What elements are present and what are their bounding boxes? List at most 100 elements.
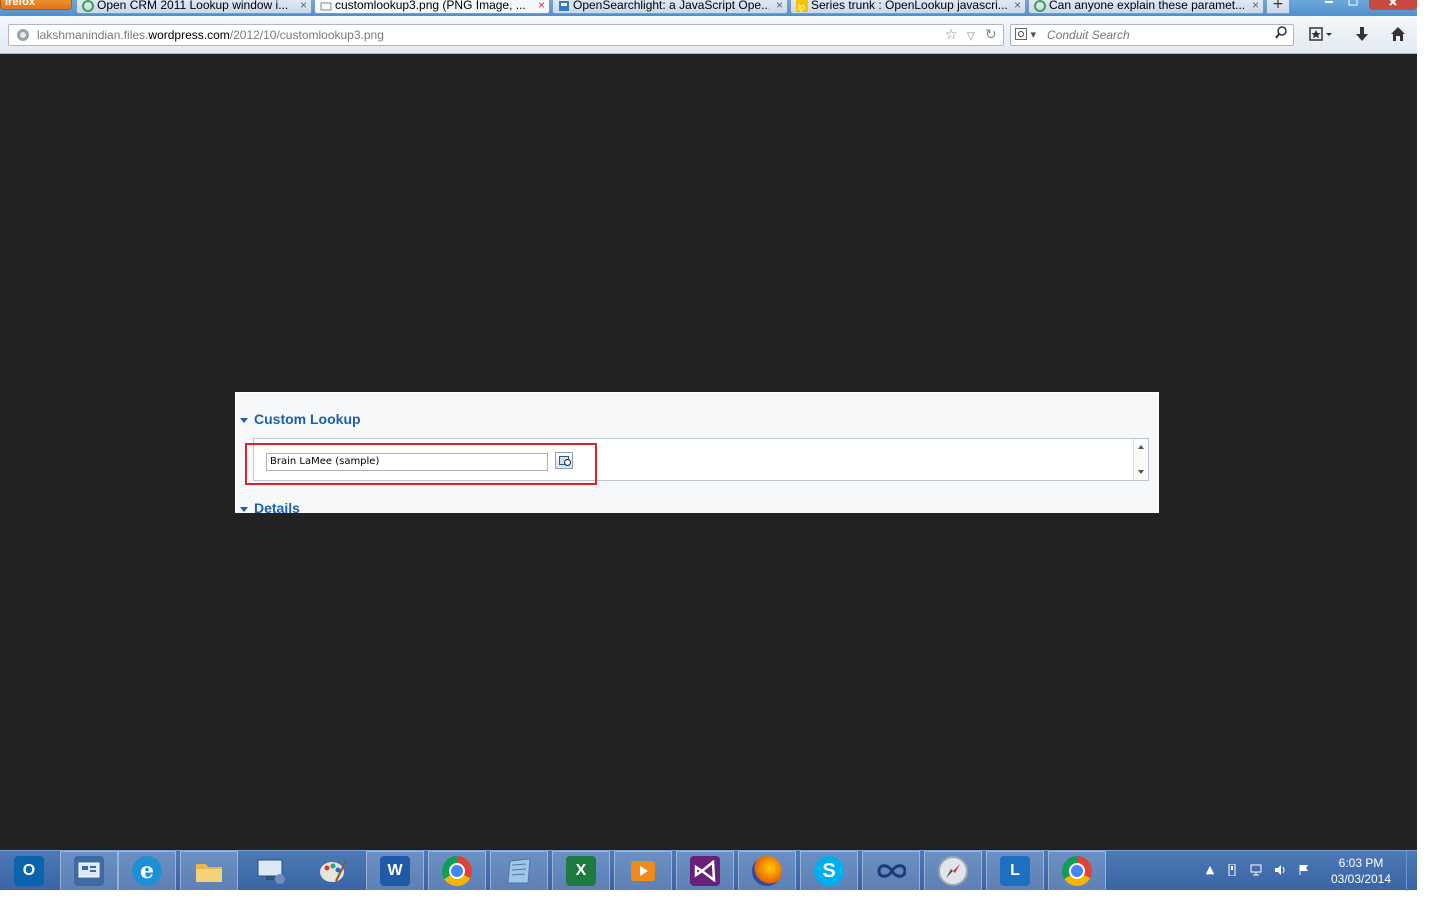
taskbar-lync[interactable]: L — [986, 851, 1044, 891]
taskbar-infinity-app[interactable] — [862, 851, 920, 891]
history-dropdown-icon[interactable]: ▽ — [967, 29, 975, 45]
server-manager-icon — [74, 856, 104, 886]
internet-explorer-icon: e — [132, 856, 162, 886]
visual-studio-icon — [690, 856, 720, 886]
url-bar[interactable]: lakshmanindian.files.wordpress.com/2012/… — [8, 24, 1004, 46]
crm-icon — [1034, 0, 1046, 12]
taskbar-remote-desktop[interactable] — [242, 851, 300, 891]
image-viewer: Custom Lookup Brain LaMee (sample) Detai… — [0, 54, 1417, 850]
tab-opensearchlight[interactable]: OpenSearchlight: a JavaScript Ope... × — [552, 0, 788, 14]
close-window-icon[interactable] — [1369, 0, 1417, 10]
search-input[interactable] — [1043, 26, 1271, 44]
url-domain: wordpress.com — [148, 28, 230, 42]
scroll-up-icon[interactable] — [1138, 445, 1144, 449]
search-icon[interactable] — [1275, 26, 1287, 44]
new-tab-button[interactable]: + — [1266, 0, 1290, 14]
network-icon[interactable] — [1250, 864, 1262, 876]
taskbar-excel[interactable]: X — [552, 851, 610, 891]
taskbar-notepad[interactable] — [490, 851, 548, 891]
taskbar-word[interactable]: W — [366, 851, 424, 891]
clock-time: 6:03 PM — [1338, 856, 1384, 870]
taskbar-skype[interactable]: S — [800, 851, 858, 891]
details-section-header[interactable]: Details — [240, 500, 300, 513]
paint-palette-icon — [318, 856, 348, 886]
globe-icon — [17, 29, 29, 41]
launchpad-icon: lp — [796, 0, 808, 12]
tab-customlookup3[interactable]: customlookup3.png (PNG Image, ... × — [314, 0, 550, 14]
collapse-triangle-icon — [240, 506, 248, 512]
taskbar-server-manager[interactable] — [60, 851, 118, 891]
tab-openlookup-series[interactable]: lp Series trunk : OpenLookup javascri...… — [790, 0, 1026, 14]
taskbar: O e W X S L ▲ 6:03 PM 03/03/2014 — [0, 850, 1417, 891]
tab-close-icon[interactable]: × — [1252, 0, 1259, 13]
firefox-menu-button[interactable]: irefox — [0, 0, 72, 10]
folder-icon — [194, 856, 224, 886]
tab-close-icon[interactable]: × — [1014, 0, 1021, 13]
tab-title: Can anyone explain these paramet... — [1049, 0, 1245, 12]
skype-icon: S — [814, 856, 844, 886]
reload-icon[interactable]: ↻ — [985, 27, 997, 43]
details-title: Details — [254, 500, 300, 513]
conduit-icon[interactable]: ▾ — [1015, 28, 1041, 42]
minimize-icon[interactable] — [1320, 0, 1338, 8]
clock-date: 03/03/2014 — [1330, 872, 1392, 886]
url-path: /2012/10/customlookup3.png — [229, 28, 384, 42]
download-icon[interactable] — [1352, 26, 1372, 44]
image-icon — [320, 0, 332, 12]
clock[interactable]: 6:03 PM 03/03/2014 — [1322, 855, 1400, 887]
notepad-icon — [504, 856, 534, 886]
bookmarks-menu-icon[interactable] — [1306, 26, 1336, 44]
safari-compass-icon — [938, 856, 968, 886]
tab-crm-lookup[interactable]: Open CRM 2011 Lookup window i... × — [76, 0, 312, 14]
svg-text:lp: lp — [798, 2, 805, 12]
taskbar-paint[interactable] — [304, 851, 362, 891]
tab-close-icon[interactable]: × — [538, 0, 545, 13]
red-highlight-box — [245, 443, 597, 485]
taskbar-media-player[interactable] — [614, 851, 672, 891]
url-prefix: lakshmanindian.files. — [37, 28, 149, 42]
url-text[interactable]: lakshmanindian.files.wordpress.com/2012/… — [37, 25, 384, 45]
tab-title: Series trunk : OpenLookup javascri... — [811, 0, 1007, 12]
bookmark-star-icon[interactable]: ☆ — [945, 27, 958, 43]
taskbar-outlook[interactable]: O — [0, 851, 58, 891]
collapse-triangle-icon — [240, 417, 248, 423]
custom-lookup-section-header[interactable]: Custom Lookup — [240, 411, 361, 427]
chrome-icon — [1062, 856, 1092, 886]
taskbar-visual-studio[interactable] — [676, 851, 734, 891]
tab-title: customlookup3.png (PNG Image, ... — [335, 0, 526, 12]
media-player-icon — [628, 856, 658, 886]
action-center-flag-icon[interactable] — [1298, 864, 1310, 876]
taskbar-file-explorer[interactable] — [180, 851, 238, 891]
custom-lookup-title: Custom Lookup — [254, 411, 361, 427]
tab-title: OpenSearchlight: a JavaScript Ope... — [573, 0, 769, 12]
tab-close-icon[interactable]: × — [300, 0, 307, 13]
maximize-icon[interactable] — [1344, 0, 1362, 8]
frame-scrollbar[interactable] — [1133, 439, 1148, 480]
taskbar-firefox[interactable] — [738, 851, 796, 891]
usb-device-icon[interactable] — [1226, 863, 1238, 877]
system-tray: ▲ — [1200, 851, 1320, 891]
show-hidden-icons-icon[interactable]: ▲ — [1204, 864, 1216, 876]
excel-icon: X — [566, 856, 596, 886]
home-icon[interactable] — [1388, 26, 1408, 44]
page-icon — [558, 0, 570, 12]
infinity-icon — [876, 856, 906, 886]
taskbar-chrome-2[interactable] — [1048, 851, 1106, 891]
search-bar[interactable]: ▾ — [1010, 24, 1294, 46]
show-desktop-button[interactable] — [1406, 851, 1417, 891]
scroll-down-icon[interactable] — [1138, 470, 1144, 474]
tab-parameters-question[interactable]: Can anyone explain these paramet... × — [1028, 0, 1264, 14]
tab-title: Open CRM 2011 Lookup window i... — [97, 0, 289, 12]
navigation-bar: lakshmanindian.files.wordpress.com/2012/… — [0, 16, 1417, 54]
taskbar-chrome[interactable] — [428, 851, 486, 891]
word-icon: W — [380, 856, 410, 886]
taskbar-safari[interactable] — [924, 851, 982, 891]
taskbar-internet-explorer[interactable]: e — [118, 851, 176, 891]
firefox-icon — [752, 856, 782, 886]
remote-desktop-icon — [256, 856, 286, 886]
chrome-icon — [442, 856, 472, 886]
volume-icon[interactable] — [1274, 864, 1286, 876]
tab-bar: irefox Open CRM 2011 Lookup window i... … — [0, 0, 1417, 16]
lync-icon: L — [1000, 856, 1030, 886]
tab-close-icon[interactable]: × — [776, 0, 783, 13]
